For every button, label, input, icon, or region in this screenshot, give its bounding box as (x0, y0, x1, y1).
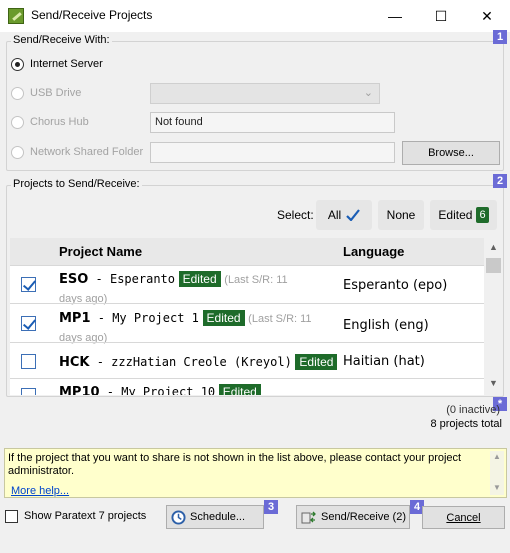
info-panel: If the project that you want to share is… (4, 448, 507, 498)
project-title: - zzzHatian Creole (Kreyol) (89, 355, 292, 369)
last-sr: (Last S/R: 11 (224, 274, 288, 286)
project-name-cell: HCK - zzzHatian Creole (Kreyol) Edited (59, 353, 359, 371)
projects-label: Projects to Send/Receive: (11, 178, 142, 190)
scroll-down-icon[interactable]: ▼ (489, 378, 498, 388)
language-cell: English (eng) (343, 318, 429, 333)
paratext-app-icon (8, 8, 24, 24)
inactive-count: (0 inactive) (446, 404, 500, 416)
checkmark-icon (346, 209, 361, 221)
title-bar: Send/Receive Projects — ☐ ✕ (0, 0, 510, 32)
project-code: ESO (59, 272, 89, 287)
usb-drive-radio[interactable] (11, 87, 24, 100)
browse-button[interactable]: Browse... (402, 141, 500, 165)
usb-drive-label: USB Drive (30, 87, 82, 99)
send-receive-button[interactable]: Send/Receive (2) (296, 505, 410, 529)
info-message: If the project that you want to share is… (8, 452, 462, 477)
scroll-thumb[interactable] (486, 258, 501, 273)
scroll-up-icon[interactable]: ▲ (493, 452, 501, 461)
table-header: Project Name Language (10, 238, 503, 265)
project-title: - My Project 1 (90, 311, 199, 325)
row-checkbox[interactable] (21, 388, 36, 395)
column-language[interactable]: Language (343, 244, 404, 259)
select-label: Select: (277, 208, 314, 222)
row-checkbox[interactable] (21, 316, 36, 331)
internet-server-label: Internet Server (30, 58, 103, 70)
help-badge-3[interactable]: 3 (264, 500, 278, 514)
chorus-hub-label: Chorus Hub (30, 116, 89, 128)
clock-icon (171, 509, 186, 525)
edited-badge: Edited (295, 354, 338, 370)
minimize-button[interactable]: — (372, 0, 418, 32)
language-cell: Haitian (hat) (343, 354, 425, 369)
send-receive-icon (301, 511, 316, 523)
network-folder-radio[interactable] (11, 146, 24, 159)
select-all-button[interactable]: All (316, 200, 372, 230)
project-name-cell: MP10 - My Project 10 Edited (59, 383, 341, 395)
project-code: MP1 (59, 311, 91, 326)
select-all-label: All (327, 208, 342, 222)
edited-badge: Edited (178, 271, 221, 287)
network-folder-path-field[interactable] (150, 142, 395, 163)
send-receive-label: Send/Receive (2) (321, 511, 406, 523)
language-cell: Esperanto (epo) (343, 278, 448, 293)
last-sr: (Last S/R: 11 (248, 313, 312, 325)
help-badge-1[interactable]: 1 (493, 30, 507, 44)
window-title: Send/Receive Projects (31, 8, 153, 22)
select-edited-button[interactable]: Edited 6 (430, 200, 497, 230)
network-folder-label: Network Shared Folder (30, 146, 144, 158)
edited-badge: Edited (202, 310, 245, 326)
cancel-button[interactable]: Cancel (422, 506, 505, 529)
chorus-hub-radio[interactable] (11, 116, 24, 129)
edited-count-badge: 6 (476, 207, 489, 223)
project-code: HCK (59, 355, 90, 370)
help-badge-2[interactable]: 2 (493, 174, 507, 188)
projects-total: 8 projects total (430, 418, 502, 430)
schedule-label: Schedule... (190, 511, 246, 523)
info-scrollbar[interactable]: ▲ ▼ (490, 451, 504, 495)
scroll-up-icon[interactable]: ▲ (489, 242, 498, 252)
row-checkbox[interactable] (21, 277, 36, 292)
internet-server-radio[interactable] (11, 58, 24, 71)
scroll-down-icon[interactable]: ▼ (493, 483, 501, 492)
close-button[interactable]: ✕ (464, 0, 510, 32)
select-none-button[interactable]: None (378, 200, 424, 230)
show-p7-label: Show Paratext 7 projects (24, 510, 147, 522)
project-title: - My Project 10 (99, 385, 216, 395)
edited-badge: Edited (218, 384, 261, 395)
usb-drive-select[interactable]: ⌄ (150, 83, 380, 104)
schedule-button[interactable]: Schedule... (166, 505, 264, 529)
project-code: MP10 (59, 385, 100, 395)
select-edited-label: Edited (438, 208, 473, 222)
show-p7-checkbox[interactable] (5, 510, 18, 523)
table-scrollbar[interactable]: ▲ ▼ (484, 238, 503, 395)
more-help-link[interactable]: More help... (11, 485, 69, 497)
column-project-name[interactable]: Project Name (59, 244, 142, 259)
row-checkbox[interactable] (21, 354, 36, 369)
chorus-hub-status-field: Not found (150, 112, 395, 133)
maximize-button[interactable]: ☐ (418, 0, 464, 32)
table-row[interactable]: MP1 - My Project 1 Edited (Last S/R: 11 … (10, 303, 484, 344)
project-title: - Esperanto (88, 272, 175, 286)
chevron-down-icon: ⌄ (363, 87, 373, 99)
table-row[interactable]: MP10 - My Project 10 Edited (10, 378, 484, 395)
table-row[interactable]: HCK - zzzHatian Creole (Kreyol) Edited H… (10, 342, 484, 378)
table-row[interactable]: ESO - Esperanto Edited (Last S/R: 11 day… (10, 265, 484, 305)
projects-table: Project Name Language ESO - Esperanto Ed… (10, 238, 503, 395)
send-receive-with-label: Send/Receive With: (11, 34, 112, 46)
